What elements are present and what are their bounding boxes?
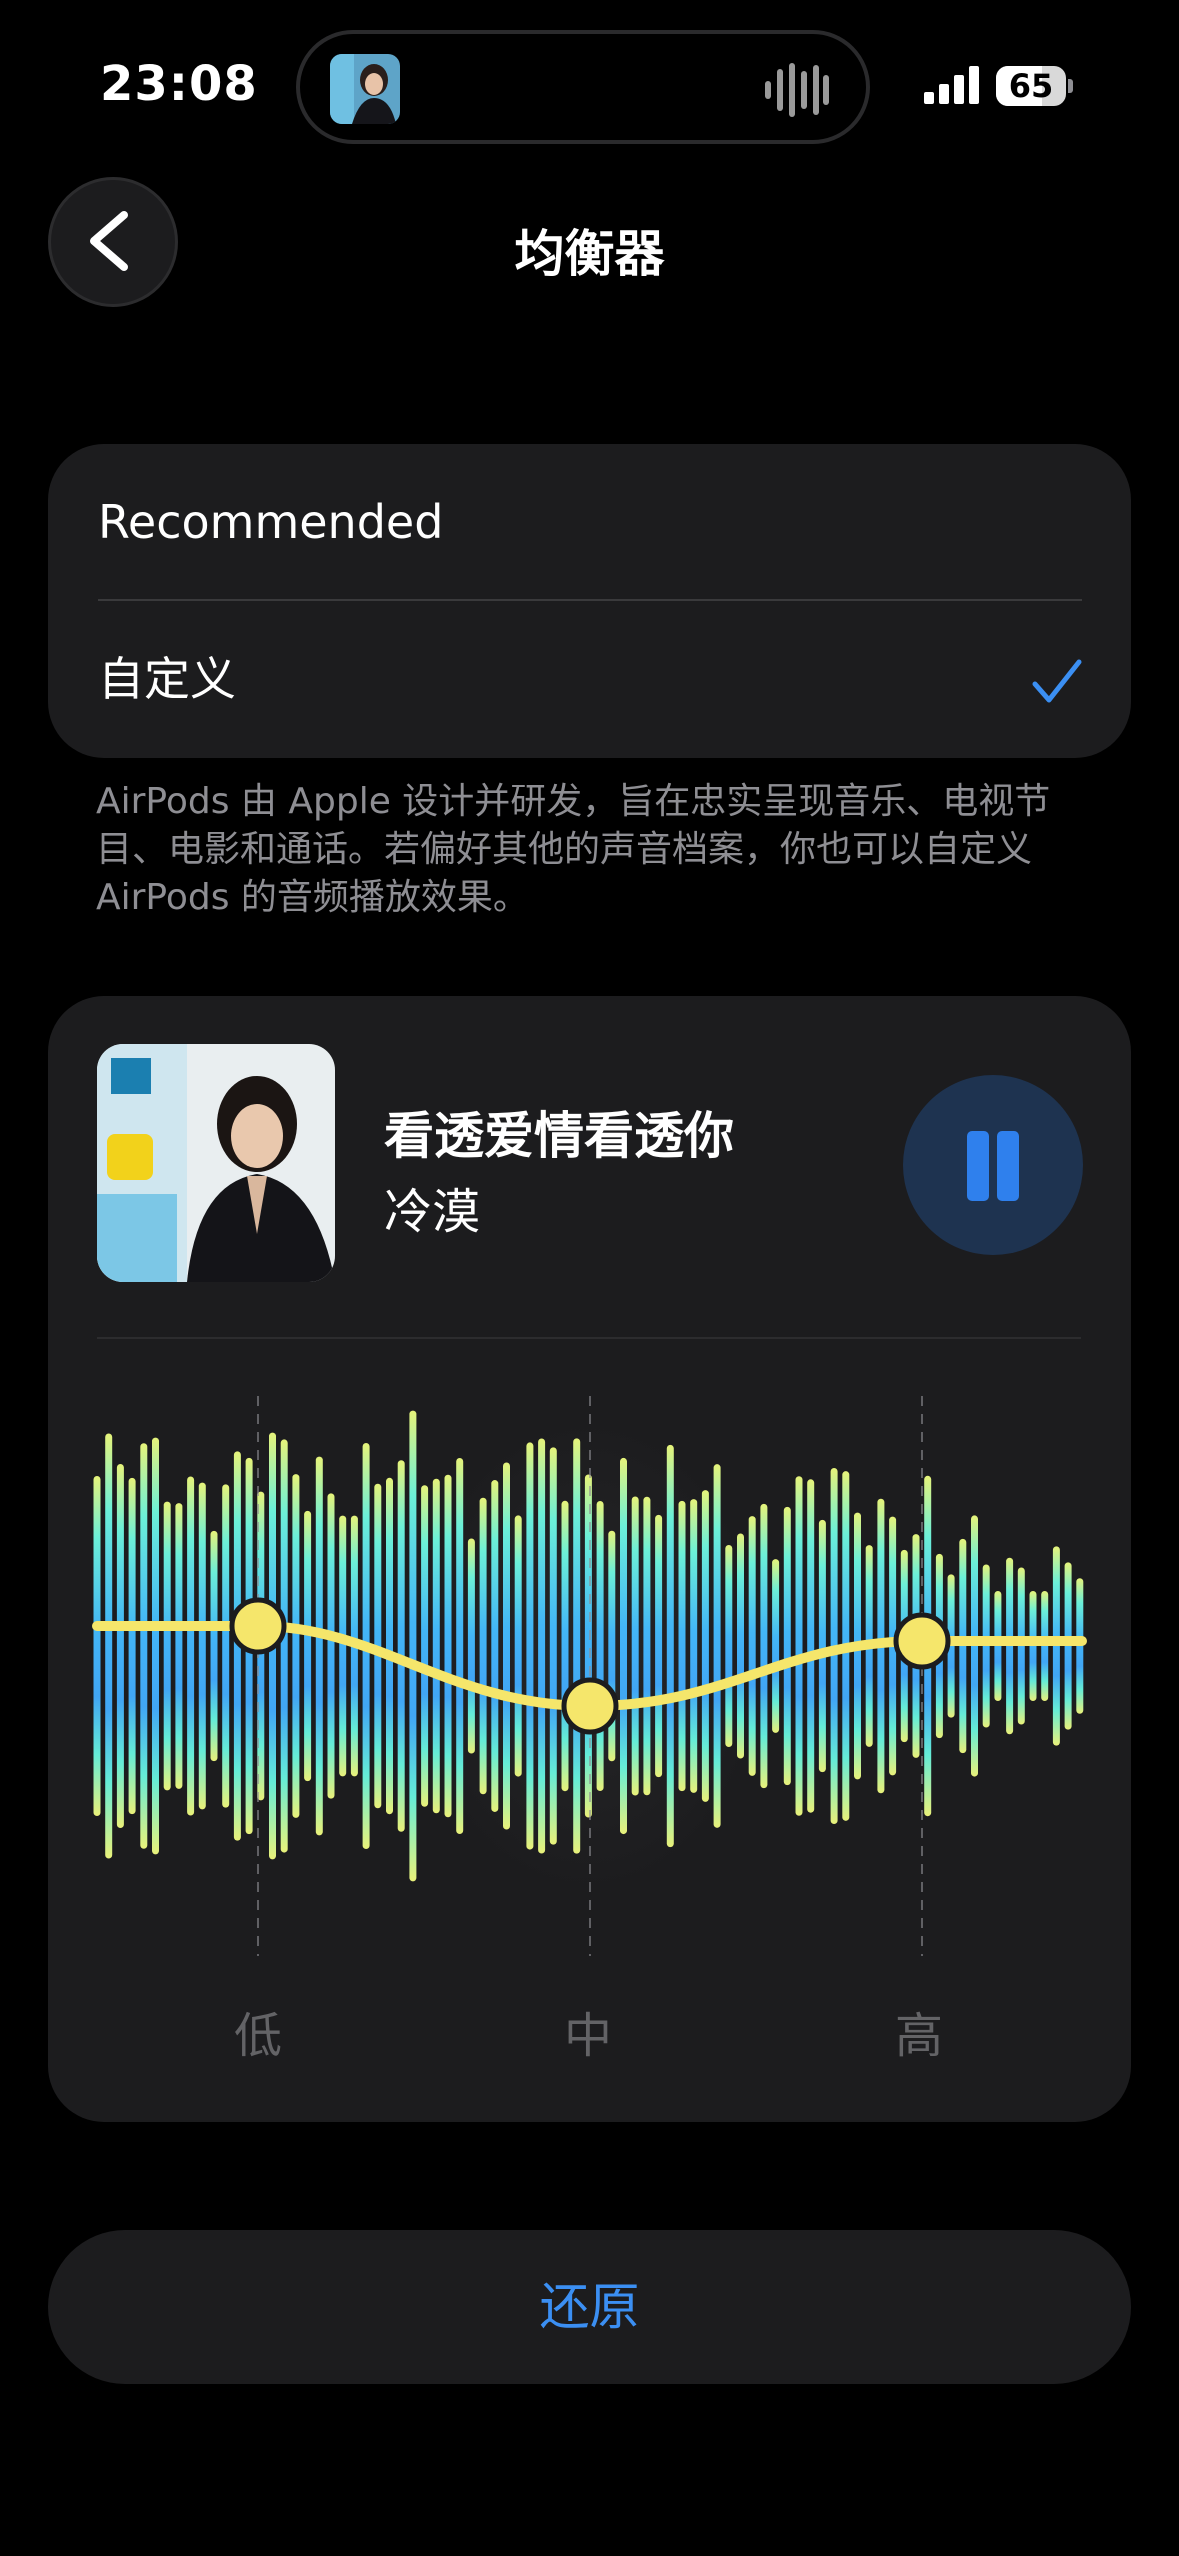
- eq-handle-low[interactable]: [229, 1597, 287, 1655]
- eq-bar: [491, 1480, 499, 1812]
- eq-bar: [655, 1514, 663, 1778]
- page-title: 均衡器: [514, 225, 665, 283]
- divider: [97, 1337, 1081, 1339]
- battery-icon: 65: [996, 66, 1073, 106]
- eq-bar: [421, 1485, 429, 1807]
- eq-bar: [456, 1457, 464, 1835]
- eq-bar: [444, 1474, 452, 1818]
- eq-bar: [748, 1516, 756, 1776]
- eq-bar: [678, 1500, 686, 1792]
- pause-icon: [967, 1131, 989, 1201]
- eq-bar: [561, 1500, 569, 1792]
- song-title: 看透爱情看透你: [384, 1107, 734, 1165]
- eq-bar: [105, 1433, 113, 1859]
- eq-bar: [93, 1476, 101, 1816]
- eq-bar: [690, 1499, 698, 1793]
- now-playing-artwork: [330, 54, 400, 124]
- eq-bar: [666, 1444, 674, 1848]
- option-label: Recommended: [98, 495, 444, 549]
- eq-bar: [315, 1456, 323, 1836]
- option-label: 自定义: [98, 652, 236, 706]
- eq-bar: [538, 1438, 546, 1854]
- restore-button[interactable]: 还原: [48, 2230, 1131, 2384]
- eq-bar: [467, 1538, 475, 1754]
- eq-bar: [432, 1478, 440, 1814]
- eq-bar: [163, 1501, 171, 1791]
- band-label-high: 高: [894, 2008, 943, 2064]
- eq-bar: [339, 1515, 347, 1777]
- checkmark-icon: [1032, 659, 1082, 703]
- eq-description: AirPods 由 Apple 设计并研发，旨在忠实呈现音乐、电视节目、电影和通…: [96, 781, 1051, 918]
- eq-bar: [807, 1479, 815, 1813]
- eq-bar: [280, 1439, 288, 1853]
- eq-bar: [620, 1457, 627, 1835]
- cellular-signal-icon: [924, 66, 979, 104]
- player-card: 看透爱情看透你 冷漠 低 中 高: [48, 996, 1131, 2122]
- eq-bar: [713, 1464, 721, 1828]
- eq-bar: [479, 1497, 487, 1795]
- eq-bar: [140, 1443, 148, 1849]
- artist-name: 冷漠: [384, 1184, 481, 1240]
- eq-bar: [128, 1477, 136, 1815]
- eq-visualizer[interactable]: [48, 1376, 1131, 1996]
- eq-bar: [783, 1506, 791, 1786]
- eq-bar: [397, 1460, 405, 1832]
- battery-level: 65: [1008, 67, 1054, 105]
- eq-bar: [503, 1462, 510, 1830]
- eq-bar: [725, 1545, 733, 1747]
- eq-bar: [643, 1496, 651, 1796]
- eq-bar: [304, 1510, 312, 1782]
- eq-bar: [292, 1474, 300, 1818]
- eq-bar: [772, 1559, 780, 1733]
- eq-bar: [573, 1438, 581, 1854]
- eq-bar: [549, 1447, 557, 1845]
- band-label-low: 低: [233, 2008, 282, 2064]
- eq-bar: [222, 1484, 230, 1808]
- eq-bar: [386, 1477, 393, 1815]
- dynamic-island[interactable]: [296, 30, 870, 144]
- eq-bar: [596, 1500, 604, 1792]
- eq-handle-high[interactable]: [893, 1612, 951, 1670]
- eq-bar: [737, 1533, 744, 1759]
- album-artwork: [97, 1044, 335, 1282]
- eq-bar: [701, 1490, 709, 1802]
- eq-bar: [631, 1496, 639, 1796]
- eq-bar: [198, 1482, 206, 1810]
- eq-bar: [187, 1476, 195, 1816]
- audio-waveform-icon: [765, 63, 829, 117]
- eq-bar: [152, 1437, 159, 1855]
- eq-handle-mid[interactable]: [561, 1677, 619, 1735]
- eq-bar: [514, 1515, 522, 1777]
- eq-preset-list: Recommended 自定义: [48, 444, 1131, 758]
- eq-bar: [795, 1476, 803, 1816]
- option-recommended[interactable]: Recommended: [98, 444, 1088, 600]
- eq-bar: [116, 1463, 124, 1829]
- eq-bar: [818, 1519, 826, 1773]
- pause-button[interactable]: [903, 1075, 1083, 1255]
- eq-bar: [760, 1503, 768, 1789]
- eq-bar: [409, 1410, 417, 1882]
- eq-bar: [526, 1442, 534, 1850]
- eq-bar: [175, 1503, 183, 1789]
- status-time: 23:08: [100, 56, 258, 112]
- band-label-mid: 中: [563, 2008, 612, 2064]
- option-custom[interactable]: 自定义: [98, 601, 1088, 757]
- eq-bar: [210, 1530, 218, 1762]
- eq-bar: [327, 1493, 335, 1799]
